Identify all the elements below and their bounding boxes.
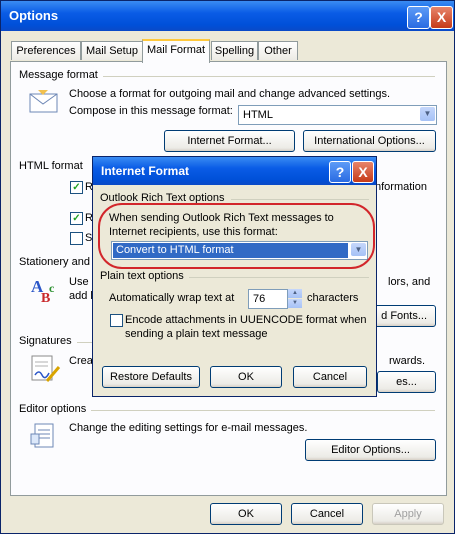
internet-format-dialog: Internet Format ? X Outlook Rich Text op… — [92, 156, 377, 397]
stationery-heading: Stationery and — [19, 256, 90, 268]
message-format-description: Choose a format for outgoing mail and ch… — [69, 88, 391, 100]
dialog-cancel-button[interactable]: Cancel — [293, 366, 367, 388]
editor-options-button[interactable]: Editor Options... — [305, 439, 436, 461]
editor-options-heading: Editor options — [19, 403, 87, 415]
divider — [91, 410, 435, 411]
cancel-button[interactable]: Cancel — [291, 503, 363, 525]
signatures-heading: Signatures — [19, 335, 72, 347]
svg-text:c: c — [49, 281, 55, 295]
apply-button[interactable]: Apply — [372, 503, 444, 525]
stationery-fonts-button-label: d Fonts... — [381, 310, 427, 322]
compose-format-value: HTML — [243, 109, 273, 121]
help-button[interactable]: ? — [407, 6, 430, 29]
tab-mail-format[interactable]: Mail Format — [142, 39, 210, 63]
html-option-checkbox-2[interactable]: ✓ — [70, 212, 83, 225]
divider — [231, 199, 369, 200]
html-option-right-text: nformation — [375, 181, 427, 193]
wrap-width-spinner[interactable]: ▲ ▼ — [288, 289, 302, 308]
internet-format-button[interactable]: Internet Format... — [164, 130, 295, 152]
uuencode-checkbox[interactable] — [110, 314, 123, 327]
restore-defaults-button[interactable]: Restore Defaults — [102, 366, 200, 388]
html-option-checkbox-1[interactable]: ✓ — [70, 181, 83, 194]
close-button[interactable]: X — [430, 6, 453, 29]
signatures-button[interactable]: es... — [377, 371, 436, 393]
fonts-icon: A B c — [31, 277, 55, 306]
divider — [189, 277, 369, 278]
internet-format-titlebar[interactable]: Internet Format ? X — [93, 157, 376, 185]
dialog-close-button[interactable]: X — [352, 161, 374, 183]
annotation-highlight-ellipse — [98, 203, 375, 269]
divider — [103, 76, 435, 77]
tab-preferences[interactable]: Preferences — [11, 41, 81, 60]
html-format-heading: HTML format — [19, 160, 83, 172]
wrap-width-value: 76 — [253, 293, 266, 305]
wrap-unit: characters — [307, 292, 359, 304]
envelope-icon — [29, 90, 58, 113]
dialog-title: Internet Format — [101, 164, 190, 178]
signatures-right-text: rwards. — [389, 355, 426, 367]
window-title: Options — [9, 8, 59, 23]
signatures-button-label: es... — [396, 376, 417, 388]
plain-text-heading: Plain text options — [100, 270, 184, 282]
editor-options-description: Change the editing settings for e-mail m… — [69, 422, 308, 434]
message-format-heading: Message format — [19, 69, 98, 81]
chevron-down-icon[interactable]: ▼ — [420, 107, 435, 121]
stationery-right-text: lors, and — [388, 276, 431, 288]
signatures-text: Crea — [69, 355, 93, 367]
tab-mail-setup[interactable]: Mail Setup — [81, 41, 143, 60]
uuencode-label: Encode attachments in UUENCODE format wh… — [125, 314, 367, 340]
compose-format-select[interactable]: HTML ▼ — [238, 105, 437, 125]
wrap-label: Automatically wrap text at — [109, 292, 235, 304]
html-option-checkbox-3[interactable] — [70, 232, 83, 245]
tab-spelling[interactable]: Spelling — [211, 41, 258, 60]
signature-icon — [31, 355, 61, 382]
tab-other[interactable]: Other — [258, 41, 298, 60]
wrap-width-input[interactable]: 76 — [248, 289, 288, 309]
international-options-button[interactable]: International Options... — [303, 130, 436, 152]
editor-document-icon — [30, 423, 54, 448]
compose-label: Compose in this message format: — [69, 105, 233, 117]
dialog-help-button[interactable]: ? — [329, 161, 351, 183]
options-titlebar[interactable]: Options ? X — [1, 1, 454, 31]
ok-button[interactable]: OK — [210, 503, 282, 525]
spin-down-icon[interactable]: ▼ — [288, 299, 302, 308]
spin-up-icon[interactable]: ▲ — [288, 289, 302, 298]
dialog-ok-button[interactable]: OK — [210, 366, 282, 388]
